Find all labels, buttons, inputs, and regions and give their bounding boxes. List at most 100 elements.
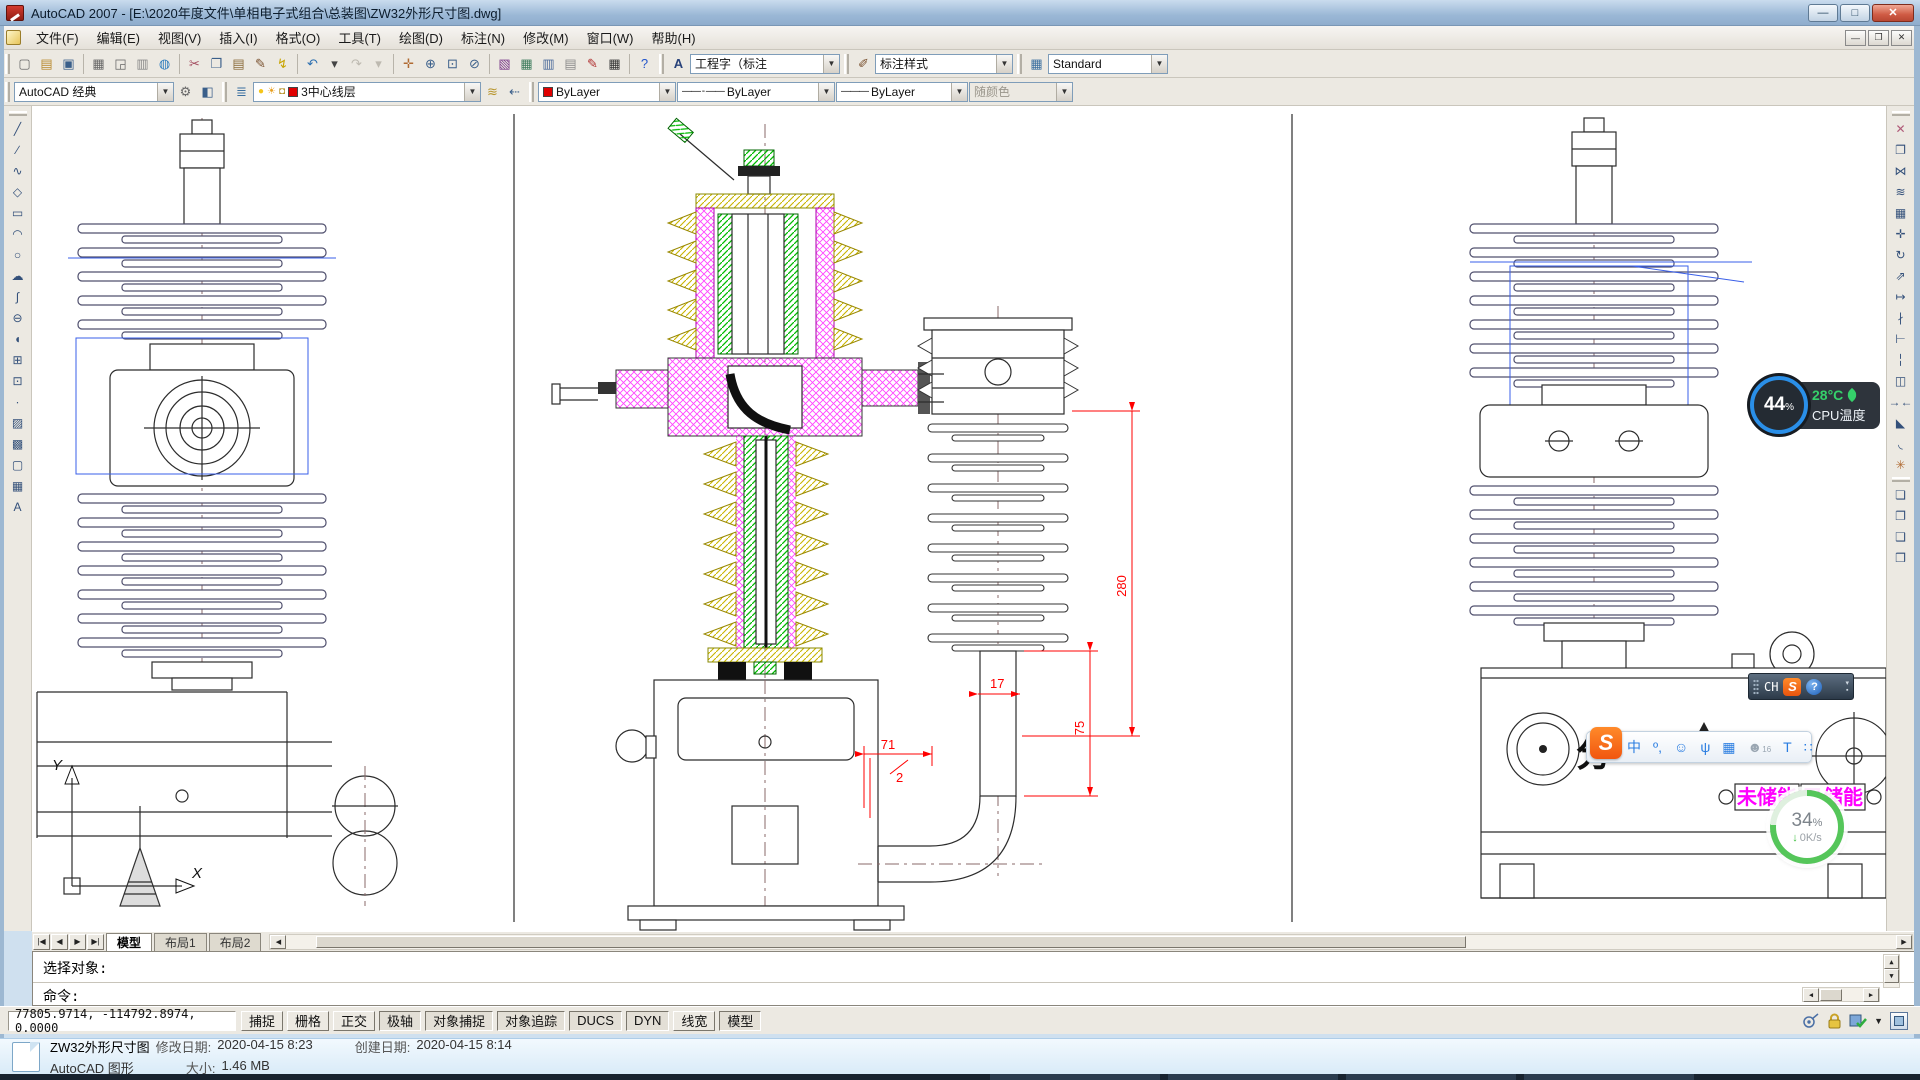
modify-offset-icon[interactable]: ≋ bbox=[1890, 181, 1912, 202]
toolbar-grip[interactable] bbox=[5, 82, 10, 102]
drag-handle-icon[interactable] bbox=[1753, 679, 1759, 695]
toggle-lwt[interactable]: 线宽 bbox=[673, 1011, 715, 1031]
text-style-manager-icon[interactable]: A bbox=[668, 53, 689, 74]
markup-set-manager-icon[interactable]: ✎ bbox=[582, 53, 603, 74]
toolbar-grip[interactable] bbox=[9, 111, 27, 116]
horizontal-scrollbar[interactable]: ◀ ▶ bbox=[269, 934, 1913, 950]
tab-prev-button[interactable]: ◀ bbox=[51, 934, 68, 950]
zoom-window-icon[interactable]: ⊡ bbox=[442, 53, 463, 74]
menu-view[interactable]: 视图(V) bbox=[149, 25, 210, 50]
command-horizontal-scrollbar[interactable]: ◀ ▶ bbox=[1802, 987, 1880, 1002]
undo-icon[interactable]: ↶ bbox=[302, 53, 323, 74]
draworder-above-icon[interactable]: ❑ bbox=[1890, 526, 1912, 547]
scroll-right-arrow[interactable]: ▶ bbox=[1896, 935, 1912, 949]
copy-icon[interactable]: ❐ bbox=[206, 53, 227, 74]
menu-edit[interactable]: 编辑(E) bbox=[88, 25, 149, 50]
doc-minimize-button[interactable]: — bbox=[1845, 30, 1866, 46]
match-properties-icon[interactable]: ✎ bbox=[250, 53, 271, 74]
zoom-realtime-icon[interactable]: ⊕ bbox=[420, 53, 441, 74]
3d-dwf-icon[interactable]: ◍ bbox=[154, 53, 175, 74]
menu-help[interactable]: 帮助(H) bbox=[643, 25, 705, 50]
draw-region-icon[interactable]: ▢ bbox=[7, 454, 29, 475]
modify-scale-icon[interactable]: ⇗ bbox=[1890, 265, 1912, 286]
drawing-canvas[interactable]: Y X bbox=[32, 106, 1886, 931]
skin-icon[interactable]: T bbox=[1783, 740, 1792, 754]
modify-move-icon[interactable]: ✛ bbox=[1890, 223, 1912, 244]
language-mode[interactable]: CH bbox=[1764, 680, 1778, 694]
modify-mirror-icon[interactable]: ⋈ bbox=[1890, 160, 1912, 181]
emoji-icon[interactable]: ☺ bbox=[1674, 740, 1688, 754]
toolbar-grip[interactable] bbox=[659, 54, 664, 74]
save-icon[interactable]: ▣ bbox=[58, 53, 79, 74]
scroll-right-arrow[interactable]: ▶ bbox=[1863, 988, 1879, 1002]
toolbar-grip[interactable] bbox=[529, 82, 534, 102]
draw-spline-icon[interactable]: ∫ bbox=[7, 286, 29, 307]
menu-format[interactable]: 格式(O) bbox=[267, 25, 330, 50]
quickcalc-icon[interactable]: ▦ bbox=[604, 53, 625, 74]
toggle-ducs[interactable]: DUCS bbox=[569, 1011, 622, 1031]
draw-table-icon[interactable]: ▦ bbox=[7, 475, 29, 496]
minimize-button[interactable]: — bbox=[1808, 4, 1838, 22]
toggle-polar[interactable]: 极轴 bbox=[379, 1011, 421, 1031]
windows-taskbar[interactable] bbox=[0, 1074, 1920, 1080]
modify-chamfer-icon[interactable]: ◣ bbox=[1890, 412, 1912, 433]
annotation-scale-icon[interactable] bbox=[1849, 1013, 1867, 1029]
modify-trim-icon[interactable]: ∤ bbox=[1890, 307, 1912, 328]
draw-construction-line-icon[interactable]: ∕ bbox=[7, 139, 29, 160]
command-prompt[interactable]: 命令: bbox=[43, 986, 79, 1006]
doc-close-button[interactable]: ✕ bbox=[1891, 30, 1912, 46]
modify-break-icon[interactable]: ◫ bbox=[1890, 370, 1912, 391]
table-style-combo[interactable]: Standard▼ bbox=[1048, 54, 1168, 74]
sogou-toolbar[interactable]: S 中º,☺ψ▦☻16T∷ bbox=[1586, 731, 1812, 763]
menu-insert[interactable]: 插入(I) bbox=[210, 25, 266, 50]
modify-stretch-icon[interactable]: ↦ bbox=[1890, 286, 1912, 307]
redo-icon[interactable]: ↷ bbox=[346, 53, 367, 74]
tab-layout1[interactable]: 布局1 bbox=[154, 933, 207, 951]
close-button[interactable]: ✕ bbox=[1872, 4, 1914, 22]
menu-window[interactable]: 窗口(W) bbox=[578, 25, 643, 50]
langbar-options-icon[interactable]: ▾ bbox=[1845, 680, 1849, 687]
tool-palettes-icon[interactable]: ▥ bbox=[538, 53, 559, 74]
menu-dimension[interactable]: 标注(N) bbox=[452, 25, 514, 50]
draw-mtext-icon[interactable]: A bbox=[7, 496, 29, 517]
communication-center-icon[interactable] bbox=[1802, 1013, 1820, 1029]
tab-first-button[interactable]: |◀ bbox=[33, 934, 50, 950]
text-style-combo[interactable]: 工程字（标注▼ bbox=[690, 54, 840, 74]
layer-combo[interactable]: ● ☀ ◘ 3中心线层 ▼ bbox=[253, 82, 481, 102]
modify-erase-icon[interactable]: ✕ bbox=[1890, 118, 1912, 139]
publish-icon[interactable]: ▥ bbox=[132, 53, 153, 74]
menu-file[interactable]: 文件(F) bbox=[27, 25, 88, 50]
scroll-down-arrow[interactable]: ▼ bbox=[1884, 969, 1899, 983]
draw-insert-block-icon[interactable]: ⊞ bbox=[7, 349, 29, 370]
plot-preview-icon[interactable]: ◲ bbox=[110, 53, 131, 74]
my-workspace-icon[interactable]: ◧ bbox=[197, 81, 218, 102]
redo-dropdown[interactable]: ▾ bbox=[368, 53, 389, 74]
help-icon[interactable]: ? bbox=[634, 53, 655, 74]
ime-help-button[interactable]: ? bbox=[1806, 679, 1822, 695]
draw-ellipse-arc-icon[interactable]: ◖ bbox=[7, 328, 29, 349]
toolbar-grip[interactable] bbox=[844, 54, 849, 74]
linetype-combo[interactable]: —— - —— ByLayer▼ bbox=[677, 82, 835, 102]
plot-icon[interactable]: ▦ bbox=[88, 53, 109, 74]
menu-tools[interactable]: 工具(T) bbox=[329, 25, 390, 50]
designcenter-icon[interactable]: ▦ bbox=[516, 53, 537, 74]
draw-gradient-icon[interactable]: ▩ bbox=[7, 433, 29, 454]
draw-make-block-icon[interactable]: ⊡ bbox=[7, 370, 29, 391]
sogou-ime-icon[interactable]: S bbox=[1783, 678, 1801, 696]
draworder-front-icon[interactable]: ❏ bbox=[1890, 484, 1912, 505]
scrollbar-thumb[interactable] bbox=[1820, 989, 1842, 1001]
draw-ellipse-icon[interactable]: ⊖ bbox=[7, 307, 29, 328]
pan-icon[interactable]: ✛ bbox=[398, 53, 419, 74]
zoom-previous-icon[interactable]: ⊘ bbox=[464, 53, 485, 74]
menu-modify[interactable]: 修改(M) bbox=[514, 25, 578, 50]
sheet-set-manager-icon[interactable]: ▤ bbox=[560, 53, 581, 74]
draw-circle-icon[interactable]: ○ bbox=[7, 244, 29, 265]
draw-polyline-icon[interactable]: ∿ bbox=[7, 160, 29, 181]
command-window[interactable]: 选择对象: 命令: ▲ ▼ ◀ ▶ bbox=[32, 951, 1914, 1006]
cut-icon[interactable]: ✂ bbox=[184, 53, 205, 74]
modify-explode-icon[interactable]: ✳ bbox=[1890, 454, 1912, 475]
tab-last-button[interactable]: ▶| bbox=[87, 934, 104, 950]
table-style-manager-icon[interactable]: ▦ bbox=[1026, 53, 1047, 74]
tab-next-button[interactable]: ▶ bbox=[69, 934, 86, 950]
clean-screen-button[interactable] bbox=[1890, 1012, 1908, 1030]
